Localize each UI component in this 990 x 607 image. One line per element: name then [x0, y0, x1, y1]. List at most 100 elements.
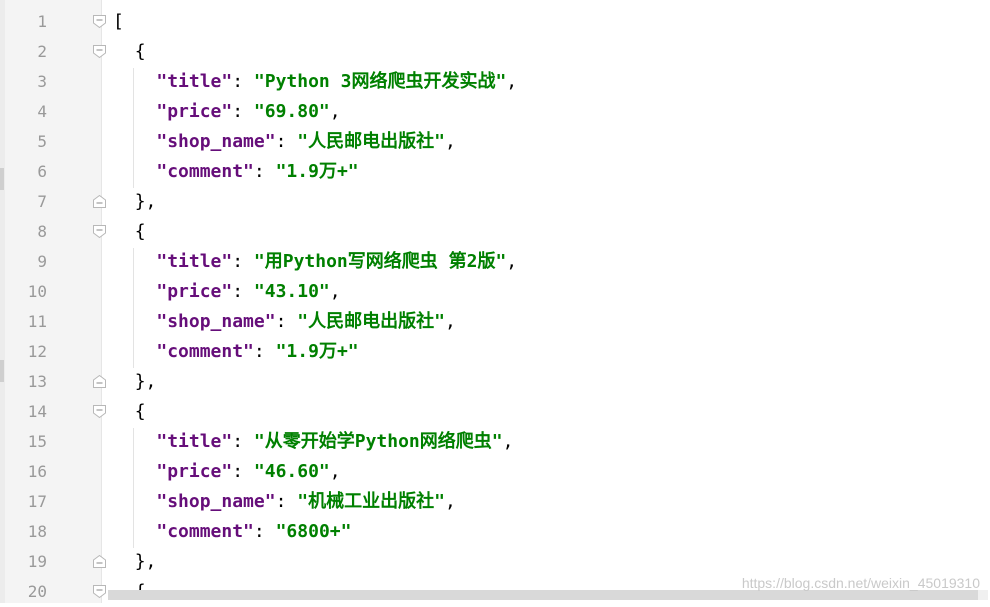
code-text: }, — [113, 367, 157, 397]
fold-open-icon[interactable] — [93, 45, 106, 58]
line-number: 4 — [37, 102, 47, 121]
json-punctuation: : — [232, 251, 254, 272]
json-punctuation: : — [232, 461, 254, 482]
json-punctuation: : — [253, 161, 276, 182]
code-line[interactable]: 16 "price": "46.60", — [0, 457, 990, 487]
fold-close-icon[interactable] — [93, 375, 106, 388]
json-punctuation: , — [444, 131, 456, 152]
json-punctuation: : — [275, 311, 298, 332]
code-line[interactable]: 8 { — [0, 217, 990, 247]
code-line[interactable]: 10 "price": "43.10", — [0, 277, 990, 307]
code-line[interactable]: 1[ — [0, 7, 990, 37]
line-number: 12 — [27, 342, 47, 361]
json-punctuation: : — [232, 281, 254, 302]
code-text: "title": "从零开始学Python网络爬虫", — [113, 427, 513, 457]
line-number: 1 — [37, 12, 47, 31]
code-line[interactable]: 14 { — [0, 397, 990, 427]
json-key: "title" — [156, 71, 233, 92]
code-line[interactable]: 9 "title": "用Python写网络爬虫 第2版", — [0, 247, 990, 277]
json-punctuation: }, — [134, 191, 157, 212]
json-string: "用Python写网络爬虫 第2版" — [253, 251, 507, 272]
code-line[interactable]: 15 "title": "从零开始学Python网络爬虫", — [0, 427, 990, 457]
code-line[interactable]: 11 "shop_name": "人民邮电出版社", — [0, 307, 990, 337]
fold-open-icon[interactable] — [93, 15, 106, 28]
json-punctuation: , — [444, 311, 456, 332]
code-text: "shop_name": "人民邮电出版社", — [113, 127, 456, 157]
fold-close-icon[interactable] — [93, 555, 106, 568]
json-string: "人民邮电出版社" — [297, 311, 445, 332]
json-punctuation: : — [232, 71, 254, 92]
json-punctuation: : — [275, 491, 298, 512]
line-number: 8 — [37, 222, 47, 241]
code-text: "title": "用Python写网络爬虫 第2版", — [113, 247, 517, 277]
code-line[interactable]: 19 }, — [0, 547, 990, 577]
code-text: "price": "46.60", — [113, 457, 340, 487]
json-key: "comment" — [156, 161, 254, 182]
json-punctuation: , — [444, 491, 456, 512]
json-key: "comment" — [156, 341, 254, 362]
code-line[interactable]: 3 "title": "Python 3网络爬虫开发实战", — [0, 67, 990, 97]
json-string: "从零开始学Python网络爬虫" — [253, 431, 503, 452]
fold-close-icon[interactable] — [93, 195, 106, 208]
line-number: 7 — [37, 192, 47, 211]
horizontal-scrollbar[interactable] — [108, 590, 988, 600]
json-punctuation: : — [275, 131, 298, 152]
json-punctuation: : — [253, 341, 276, 362]
json-string: "46.60" — [253, 461, 330, 482]
code-line[interactable]: 4 "price": "69.80", — [0, 97, 990, 127]
line-number: 18 — [27, 522, 47, 541]
json-punctuation: : — [232, 101, 254, 122]
json-punctuation: , — [506, 251, 518, 272]
json-punctuation: , — [502, 431, 514, 452]
code-line[interactable]: 13 }, — [0, 367, 990, 397]
fold-open-icon[interactable] — [93, 585, 106, 598]
fold-open-icon[interactable] — [93, 225, 106, 238]
json-punctuation: [ — [113, 11, 124, 32]
json-punctuation: }, — [134, 371, 157, 392]
code-line[interactable]: 5 "shop_name": "人民邮电出版社", — [0, 127, 990, 157]
json-key: "comment" — [156, 521, 254, 542]
line-number: 3 — [37, 72, 47, 91]
code-text: "title": "Python 3网络爬虫开发实战", — [113, 67, 517, 97]
json-key: "title" — [156, 251, 233, 272]
code-text: [ — [113, 7, 124, 37]
code-line[interactable]: 7 }, — [0, 187, 990, 217]
fold-open-icon[interactable] — [93, 405, 106, 418]
code-text: "comment": "6800+" — [113, 517, 351, 547]
json-punctuation: : — [253, 521, 276, 542]
scrollbar-thumb[interactable] — [108, 590, 978, 600]
code-line[interactable]: 17 "shop_name": "机械工业出版社", — [0, 487, 990, 517]
line-number: 10 — [27, 282, 47, 301]
line-number: 15 — [27, 432, 47, 451]
line-number: 5 — [37, 132, 47, 151]
json-key: "shop_name" — [156, 131, 276, 152]
json-punctuation: , — [329, 281, 341, 302]
code-line[interactable]: 18 "comment": "6800+" — [0, 517, 990, 547]
json-punctuation: , — [506, 71, 518, 92]
code-line[interactable]: 2 { — [0, 37, 990, 67]
json-string: "69.80" — [253, 101, 330, 122]
line-number: 9 — [37, 252, 47, 271]
json-string: "6800+" — [275, 521, 352, 542]
json-key: "price" — [156, 281, 233, 302]
json-string: "Python 3网络爬虫开发实战" — [253, 71, 507, 92]
code-text: "shop_name": "机械工业出版社", — [113, 487, 456, 517]
code-line[interactable]: 6 "comment": "1.9万+" — [0, 157, 990, 187]
code-line[interactable]: 12 "comment": "1.9万+" — [0, 337, 990, 367]
code-text: { — [113, 397, 146, 427]
code-editor[interactable]: 1[2 {3 "title": "Python 3网络爬虫开发实战", 4 "pr… — [0, 0, 990, 603]
line-number: 17 — [27, 492, 47, 511]
json-string: "1.9万+" — [275, 161, 359, 182]
code-text: "price": "43.10", — [113, 277, 341, 307]
